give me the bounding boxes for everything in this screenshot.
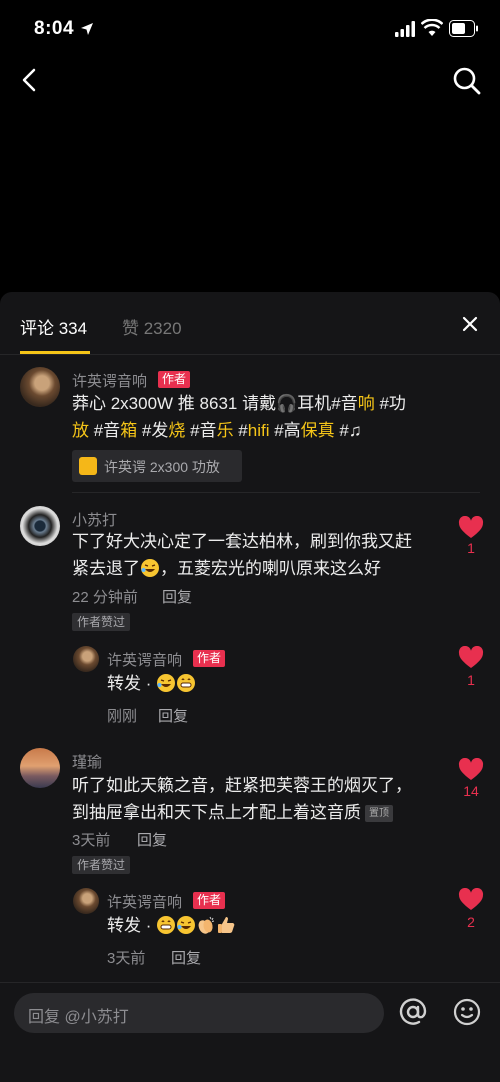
pinned-badge: 置顶 [365,805,393,822]
emoji-picker-icon[interactable] [452,997,482,1027]
comment-line: 下了好大决心定了一套达柏林，刷到你我又赶 [72,532,412,551]
avatar[interactable] [73,646,99,672]
comment-author[interactable]: 许英谔音响 [72,370,147,391]
comment-sheet: 评论 334 赞 2320 许英谔音响 作者 莽心 2x300W 推 8631 … [0,292,500,1082]
avatar[interactable] [73,888,99,914]
like-count: 14 [463,783,479,799]
reply-button[interactable]: 回复 [137,829,167,850]
avatar[interactable] [20,367,60,407]
laughing-emoji-icon [177,916,196,934]
wifi-icon [421,19,443,36]
reply-button[interactable]: 回复 [158,705,188,726]
reply-author[interactable]: 许英谔音响 [107,649,182,670]
comment-text: 下了好大决心定了一套达柏林，刷到你我又赶 紧去退了 ，五菱宏光的喇叭原来这么好 [72,528,442,582]
grinning-emoji-icon [177,674,196,692]
status-bar: 8:04 [0,0,500,60]
comment-author[interactable]: 瑾瑜 [72,751,102,772]
comment-fragment: ♫ [348,421,362,440]
heart-icon[interactable] [458,646,484,670]
battery-icon [449,20,478,37]
search-icon[interactable] [452,66,482,96]
cart-icon [79,457,97,475]
reply-line: 转发 · [107,916,152,935]
hashtag-highlight[interactable]: 烧 [168,421,185,440]
comment-fragment: #发 [137,421,169,440]
tab-bar: 评论 334 赞 2320 [0,292,500,354]
divider [72,492,480,493]
comment-fragment: 莽心 2x300W 推 8631 请戴 [72,394,277,413]
avatar[interactable] [20,748,60,788]
laughing-emoji-icon [157,674,176,692]
hashtag-highlight[interactable]: 箱 [120,421,137,440]
author-badge: 作者 [158,371,191,388]
reply-button[interactable]: 回复 [162,586,192,607]
comment-fragment: 耳机#音 [297,394,358,413]
like-count: 1 [467,540,475,556]
hashtag-highlight[interactable]: 乐 [217,421,234,440]
comment-time: 3天前 [72,832,111,849]
heart-icon[interactable] [458,758,484,782]
signal-icon [395,21,415,37]
comment-fragment: # [233,421,248,440]
comment-time: 22 分钟前 [72,589,138,606]
comment-line: 到抽屉拿出和天下点上才配上着这音质 [72,803,361,822]
reply-time: 3天前 [107,950,146,967]
status-time: 8:04 [34,18,75,39]
hashtag-highlight[interactable]: 保真 [301,421,335,440]
thumbs-up-icon [218,917,235,933]
like-count: 1 [467,672,475,688]
hashtag-highlight[interactable]: 响 [358,394,375,413]
reply-time: 刚刚 [107,708,138,725]
laughing-emoji-icon [141,559,159,577]
reply-composer: 回复 @小苏打 [0,982,500,1082]
author-badge: 作者 [193,892,226,909]
reply-author[interactable]: 许英谔音响 [107,891,182,912]
reply-text: 转发 · [107,912,236,939]
reply-text: 转发 · [107,670,196,697]
comment-fragment: #功 [374,394,406,413]
like-count: 2 [467,914,475,930]
comment-fragment: # [334,421,349,440]
comment-fragment: #音 [89,421,121,440]
product-card[interactable]: 许英谔 2x300 功放 [72,450,242,482]
reply-button[interactable]: 回复 [171,947,201,968]
comment-fragment: #音 [185,421,217,440]
reply-input[interactable]: 回复 @小苏打 [14,993,384,1033]
grinning-emoji-icon [157,916,176,934]
location-arrow-icon [81,23,93,35]
comment-line: 紧去退了 [72,559,140,578]
tab-divider [0,354,500,355]
clapping-hands-icon [198,916,215,934]
hashtag-highlight[interactable]: hifi [248,421,270,440]
back-icon[interactable] [16,62,44,98]
product-label: 许英谔 2x300 功放 [104,459,220,475]
author-badge: 作者 [193,650,226,667]
comment-text: 莽心 2x300W 推 8631 请戴🎧耳机#音响 #功放 #音箱 #发烧 #音… [72,390,412,444]
comment-fragment: #高 [269,421,301,440]
avatar[interactable] [20,506,60,546]
close-icon[interactable] [460,314,480,334]
author-liked-tag: 作者赞过 [72,856,131,874]
comment-text: 听了如此天籁之音，赶紧把芙蓉王的烟灭了， 到抽屉拿出和天下点上才配上着这音质 置顶 [72,772,442,826]
heart-icon[interactable] [458,888,484,912]
mention-icon[interactable] [398,997,428,1027]
comment-line: ，五菱宏光的喇叭原来这么好 [160,559,381,578]
author-liked-tag: 作者赞过 [72,613,131,631]
comment-line: 听了如此天籁之音，赶紧把芙蓉王的烟灭了， [72,776,412,795]
reply-line: 转发 · [107,674,152,693]
tab-comments[interactable]: 评论 334 [20,314,87,339]
comment-author[interactable]: 小苏打 [72,509,117,530]
tab-likes[interactable]: 赞 2320 [122,314,182,339]
reply-input-placeholder: 回复 @小苏打 [28,1009,129,1026]
heart-icon[interactable] [458,516,484,540]
headphones-emoji: 🎧 [276,394,298,413]
hashtag-highlight[interactable]: 放 [72,421,89,440]
